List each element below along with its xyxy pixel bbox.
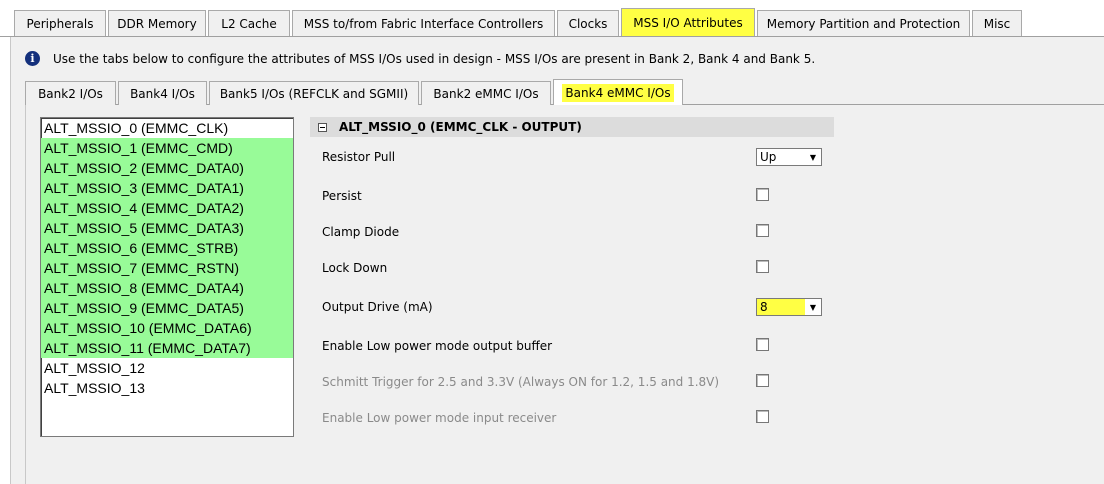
tab-mss-io-attributes[interactable]: MSS I/O Attributes (621, 8, 755, 36)
clamp-diode-checkbox[interactable] (756, 224, 769, 237)
info-icon: i (25, 51, 40, 66)
schmitt-trigger-label: Schmitt Trigger for 2.5 and 3.3V (Always… (322, 375, 720, 389)
tab-bank2-emmc-ios[interactable]: Bank2 eMMC I/Os (421, 81, 551, 105)
io-list[interactable]: ALT_MSSIO_0 (EMMC_CLK) ALT_MSSIO_1 (EMMC… (40, 117, 294, 437)
persist-checkbox[interactable] (756, 188, 769, 201)
low-power-input-label: Enable Low power mode input receiver (322, 411, 557, 425)
list-item[interactable]: ALT_MSSIO_1 (EMMC_CMD) (41, 138, 293, 158)
tab-misc[interactable]: Misc (972, 10, 1022, 36)
list-item[interactable]: ALT_MSSIO_0 (EMMC_CLK) (41, 118, 293, 138)
property-group-header[interactable]: ALT_MSSIO_0 (EMMC_CLK - OUTPUT) (310, 117, 834, 137)
list-item[interactable]: ALT_MSSIO_7 (EMMC_RSTN) (41, 258, 293, 278)
low-power-output-label: Enable Low power mode output buffer (322, 339, 553, 353)
persist-label: Persist (322, 189, 362, 203)
tab-fabric-interface-controllers[interactable]: MSS to/from Fabric Interface Controllers (292, 10, 555, 36)
lock-down-checkbox[interactable] (756, 260, 769, 273)
list-item[interactable]: ALT_MSSIO_9 (EMMC_DATA5) (41, 298, 293, 318)
tab-ddr-memory[interactable]: DDR Memory (108, 10, 206, 36)
tab-bank4-ios[interactable]: Bank4 I/Os (118, 81, 207, 105)
resistor-pull-label: Resistor Pull (322, 150, 396, 164)
low-power-output-checkbox[interactable] (756, 338, 769, 351)
tab-memory-partition-protection[interactable]: Memory Partition and Protection (757, 10, 970, 36)
output-drive-label: Output Drive (mA) (322, 300, 433, 314)
bank4-emmc-panel: ALT_MSSIO_0 (EMMC_CLK) ALT_MSSIO_1 (EMMC… (25, 105, 1104, 484)
list-item[interactable]: ALT_MSSIO_6 (EMMC_STRB) (41, 238, 293, 258)
resistor-pull-select[interactable]: Up ▼ (756, 148, 822, 166)
list-item[interactable]: ALT_MSSIO_5 (EMMC_DATA3) (41, 218, 293, 238)
chevron-down-icon: ▼ (805, 299, 821, 315)
collapse-icon[interactable] (318, 122, 327, 132)
tab-bank5-ios[interactable]: Bank5 I/Os (REFCLK and SGMII) (209, 81, 419, 105)
list-item[interactable]: ALT_MSSIO_11 (EMMC_DATA7) (41, 338, 293, 358)
clamp-diode-label: Clamp Diode (322, 225, 400, 239)
tab-peripherals[interactable]: Peripherals (14, 10, 106, 36)
info-text: Use the tabs below to configure the attr… (53, 51, 816, 66)
list-item[interactable]: ALT_MSSIO_2 (EMMC_DATA0) (41, 158, 293, 178)
output-drive-select[interactable]: 8 ▼ (756, 298, 822, 316)
list-item[interactable]: ALT_MSSIO_10 (EMMC_DATA6) (41, 318, 293, 338)
tab-bank4-emmc-ios[interactable]: Bank4 eMMC I/Os (553, 79, 683, 105)
list-item[interactable]: ALT_MSSIO_3 (EMMC_DATA1) (41, 178, 293, 198)
tab-clocks[interactable]: Clocks (557, 10, 619, 36)
lock-down-label: Lock Down (322, 261, 388, 275)
schmitt-trigger-checkbox (756, 374, 769, 387)
tab-bank2-ios[interactable]: Bank2 I/Os (25, 81, 116, 105)
main-tab-strip: Peripherals DDR Memory L2 Cache MSS to/f… (0, 0, 1104, 37)
chevron-down-icon: ▼ (809, 152, 817, 162)
list-item[interactable]: ALT_MSSIO_4 (EMMC_DATA2) (41, 198, 293, 218)
low-power-input-checkbox (756, 410, 769, 423)
tab-l2-cache[interactable]: L2 Cache (208, 10, 290, 36)
info-message: i Use the tabs below to configure the at… (25, 51, 815, 66)
list-item[interactable]: ALT_MSSIO_8 (EMMC_DATA4) (41, 278, 293, 298)
bank-tab-strip: Bank2 I/Os Bank4 I/Os Bank5 I/Os (REFCLK… (25, 77, 1104, 105)
list-item[interactable]: ALT_MSSIO_13 (41, 378, 293, 398)
io-properties: ALT_MSSIO_0 (EMMC_CLK - OUTPUT) Resistor… (310, 117, 834, 425)
property-group-title: ALT_MSSIO_0 (EMMC_CLK - OUTPUT) (339, 120, 582, 134)
mss-io-attributes-page: i Use the tabs below to configure the at… (10, 37, 1104, 484)
list-item[interactable]: ALT_MSSIO_12 (41, 358, 293, 378)
